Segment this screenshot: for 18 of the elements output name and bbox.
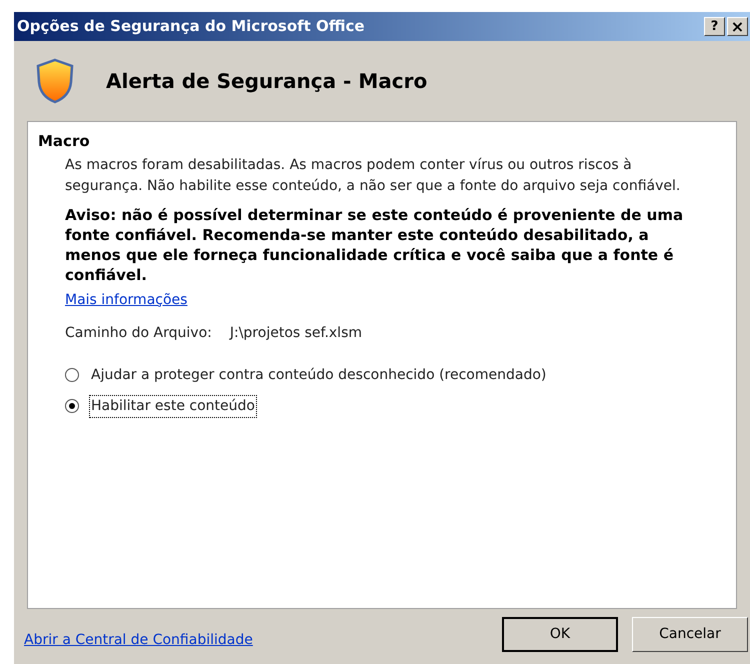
warning-text: Aviso: não é possível determinar se este conteúdo é proveniente de uma fonte confiável. Recomenda-se manter este conteúdo desabilitado, a menos que ele forneça funcionalidade crítica e você saiba que a fonte é confiável. <box>65 204 684 284</box>
description-text: As macros foram desabilitadas. As macros podem conter vírus ou outros riscos à segurança. Não habilite esse conteúdo, a não ser que a fonte do arquivo seja confiável. <box>65 156 682 196</box>
file-path-label: Caminho do Arquivo: <box>65 324 212 342</box>
dialog-button[interactable]: OK <box>502 617 618 652</box>
section-heading: Macro <box>38 131 91 152</box>
radio-button[interactable] <box>65 368 79 382</box>
trust-center-link[interactable]: Abrir a Central de Confiabilidade <box>24 630 253 651</box>
more-info-link[interactable]: Mais informações <box>65 290 188 310</box>
dialog-button[interactable]: Cancelar <box>632 617 748 652</box>
radio-label[interactable]: Ajudar a proteger contra conteúdo desconhecido (recomendado) <box>89 364 548 386</box>
file-path-value: J:\projetos sef.xlsm <box>230 324 362 342</box>
shield-icon <box>36 58 74 104</box>
radio-button[interactable] <box>65 399 79 413</box>
close-button[interactable]: × <box>727 17 748 36</box>
window-title: Opções de Segurança do Microsoft Office <box>17 16 365 38</box>
dialog-heading: Alerta de Segurança - Macro <box>106 68 428 95</box>
help-button[interactable]: ? <box>704 17 725 36</box>
radio-label[interactable]: Habilitar este conteúdo <box>89 394 257 418</box>
